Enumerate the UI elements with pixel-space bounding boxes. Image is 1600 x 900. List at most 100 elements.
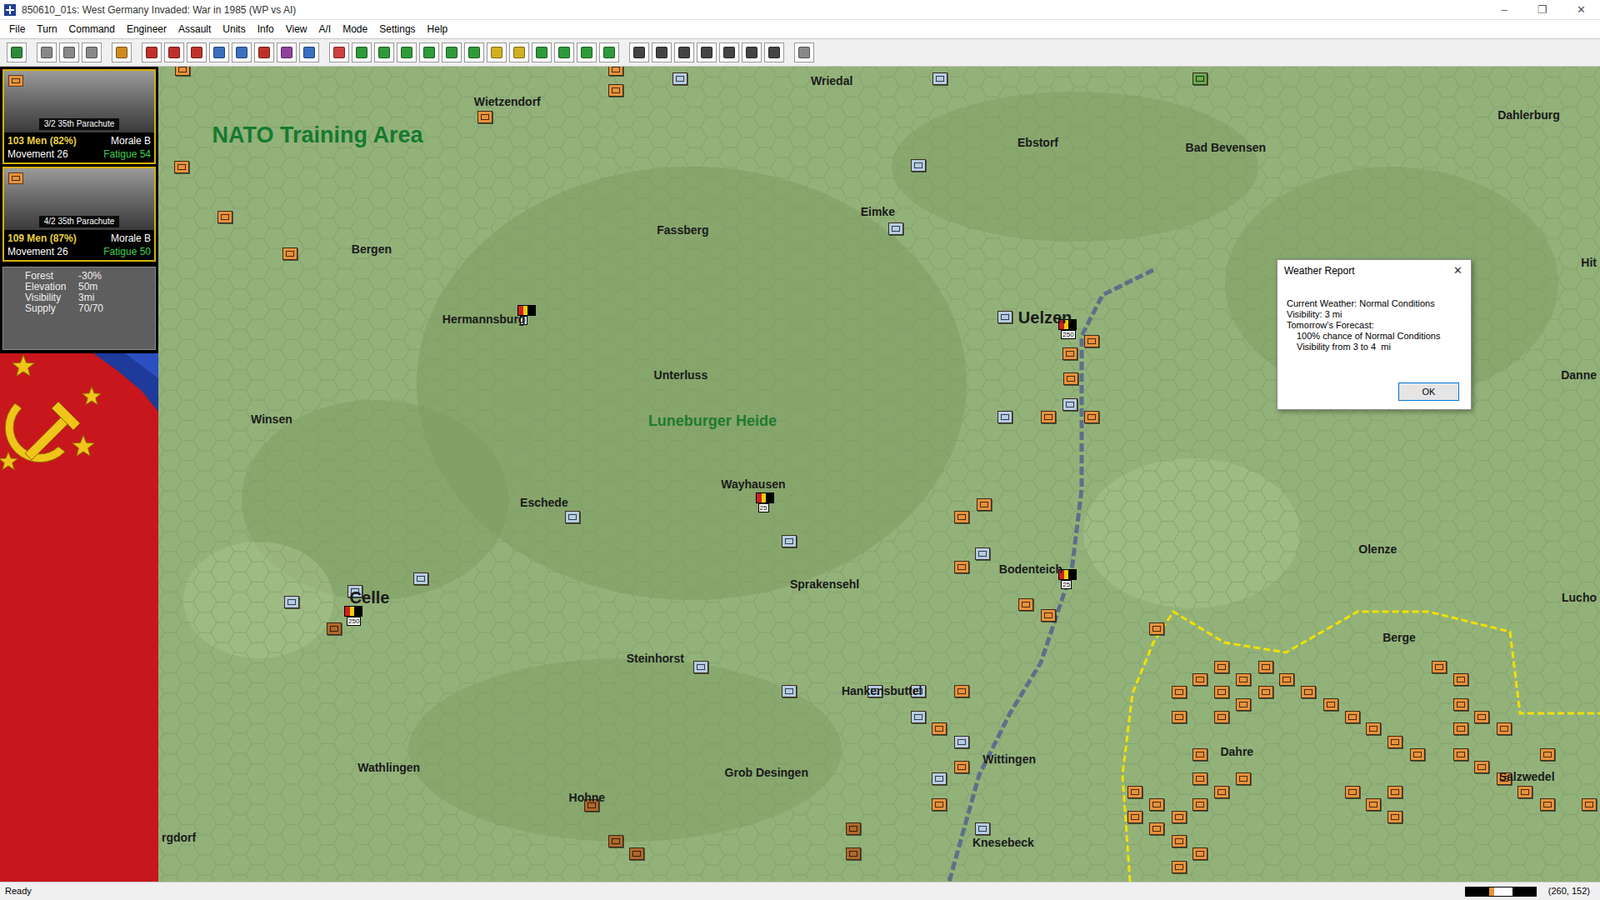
- unit-counter[interactable]: [1171, 835, 1187, 848]
- unit-counter[interactable]: [931, 722, 947, 735]
- unit-counter[interactable]: [975, 822, 990, 835]
- menu-item[interactable]: Command: [63, 20, 121, 39]
- unit-counter[interactable]: [1214, 710, 1230, 724]
- toolbar-button[interactable]: [374, 42, 395, 63]
- toolbar-button[interactable]: [59, 42, 80, 63]
- menu-item[interactable]: Help: [421, 20, 455, 39]
- unit-counter[interactable]: [1581, 798, 1597, 811]
- unit-counter[interactable]: [1063, 372, 1079, 385]
- toolbar-button[interactable]: [276, 42, 297, 63]
- unit-counter[interactable]: [1192, 847, 1208, 860]
- toolbar-button[interactable]: [111, 42, 132, 63]
- toolbar-button[interactable]: [141, 42, 162, 63]
- toolbar-button[interactable]: [6, 42, 27, 63]
- unit-counter[interactable]: [954, 685, 970, 698]
- unit-counter[interactable]: [1453, 722, 1469, 735]
- toolbar-button[interactable]: [209, 42, 230, 63]
- unit-counter[interactable]: [1258, 660, 1274, 674]
- unit-counter[interactable]: [975, 547, 990, 560]
- unit-counter[interactable]: [1127, 785, 1143, 799]
- unit-counter[interactable]: [1214, 685, 1230, 699]
- unit-counter[interactable]: [175, 66, 190, 76]
- unit-counter[interactable]: [1171, 860, 1187, 874]
- unit-counter[interactable]: [1345, 785, 1360, 799]
- unit-counter[interactable]: [1323, 698, 1339, 711]
- unit-counter[interactable]: [1084, 335, 1100, 348]
- unit-counter[interactable]: [1192, 72, 1208, 85]
- unit-counter[interactable]: [997, 410, 1013, 424]
- unit-counter[interactable]: [1474, 710, 1490, 724]
- unit-counter[interactable]: [1192, 798, 1208, 811]
- unit-card[interactable]: 4/2 35th Parachute109 Men (87%)Morale BM…: [2, 166, 156, 262]
- toolbar-button[interactable]: [554, 42, 575, 63]
- unit-counter[interactable]: [1149, 622, 1165, 635]
- unit-counter[interactable]: [1453, 748, 1469, 761]
- dialog-close-button[interactable]: ✕: [1450, 262, 1466, 280]
- unit-counter[interactable]: [1084, 410, 1100, 424]
- unit-counter[interactable]: [693, 660, 709, 674]
- unit-counter[interactable]: [1387, 735, 1403, 749]
- unit-counter[interactable]: [1040, 609, 1056, 622]
- unit-counter[interactable]: [282, 247, 298, 260]
- toolbar-button[interactable]: [741, 42, 762, 63]
- unit-counter[interactable]: [1192, 748, 1208, 761]
- unit-counter[interactable]: [845, 847, 861, 860]
- unit-counter[interactable]: [1127, 810, 1143, 824]
- unit-counter[interactable]: [781, 535, 797, 548]
- unit-counter[interactable]: [1365, 798, 1381, 811]
- unit-counter[interactable]: [1410, 748, 1425, 761]
- unit-counter[interactable]: [1235, 772, 1251, 785]
- toolbar-button[interactable]: [254, 42, 275, 63]
- unit-counter[interactable]: [1192, 772, 1208, 785]
- toolbar-button[interactable]: [164, 42, 185, 63]
- toolbar-button[interactable]: [231, 42, 252, 63]
- ok-button[interactable]: OK: [1398, 382, 1460, 401]
- toolbar-button[interactable]: [509, 42, 530, 63]
- unit-counter[interactable]: [1279, 673, 1295, 686]
- toolbar-button[interactable]: [651, 42, 672, 63]
- unit-counter[interactable]: [1062, 347, 1078, 360]
- toolbar-button[interactable]: [186, 42, 207, 63]
- menu-item[interactable]: Units: [216, 20, 251, 39]
- toolbar-button[interactable]: [696, 42, 717, 63]
- menu-item[interactable]: Settings: [373, 20, 421, 39]
- unit-counter[interactable]: [1171, 810, 1187, 824]
- unit-counter[interactable]: [888, 222, 904, 235]
- unit-counter[interactable]: [1192, 673, 1208, 686]
- unit-counter[interactable]: [1431, 660, 1447, 674]
- unit-counter[interactable]: [1387, 785, 1403, 799]
- restore-button[interactable]: ❐: [1523, 0, 1562, 20]
- minimize-button[interactable]: –: [1485, 0, 1524, 20]
- unit-counter[interactable]: [910, 159, 926, 172]
- toolbar-button[interactable]: [441, 42, 462, 63]
- unit-counter[interactable]: [1345, 710, 1360, 724]
- menu-item[interactable]: Mode: [336, 20, 374, 39]
- objective-marker[interactable]: 250: [344, 605, 365, 630]
- toolbar-button[interactable]: [599, 42, 620, 63]
- objective-marker[interactable]: 25: [755, 492, 776, 516]
- toolbar-button[interactable]: [81, 42, 102, 63]
- unit-counter[interactable]: [629, 847, 645, 860]
- toolbar-button[interactable]: [764, 42, 785, 63]
- unit-counter[interactable]: [1171, 710, 1187, 724]
- unit-counter[interactable]: [608, 84, 624, 97]
- unit-counter[interactable]: [1214, 785, 1230, 799]
- unit-counter[interactable]: [565, 510, 580, 524]
- unit-counter[interactable]: [954, 560, 970, 574]
- unit-counter[interactable]: [845, 822, 861, 835]
- toolbar-button[interactable]: [299, 42, 320, 63]
- unit-counter[interactable]: [954, 760, 970, 774]
- toolbar-button[interactable]: [419, 42, 440, 63]
- unit-counter[interactable]: [1171, 685, 1187, 699]
- toolbar-button[interactable]: [329, 42, 350, 63]
- unit-counter[interactable]: [954, 510, 970, 524]
- unit-counter[interactable]: [413, 572, 429, 585]
- unit-counter[interactable]: [1149, 822, 1165, 835]
- unit-counter[interactable]: [781, 685, 797, 698]
- unit-counter[interactable]: [910, 710, 926, 724]
- menu-item[interactable]: A/I: [313, 20, 338, 39]
- unit-counter[interactable]: [954, 735, 970, 749]
- unit-counter[interactable]: [976, 498, 992, 511]
- unit-counter[interactable]: [1235, 698, 1251, 711]
- toolbar-button[interactable]: [396, 42, 417, 63]
